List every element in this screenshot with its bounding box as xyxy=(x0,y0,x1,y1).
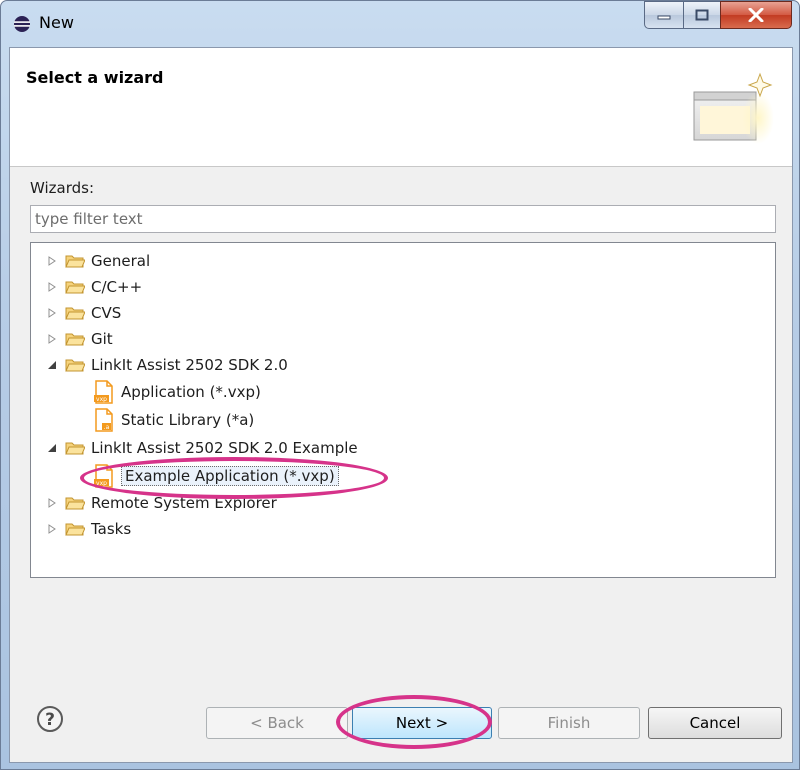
minimize-button[interactable] xyxy=(644,1,684,29)
folder-icon xyxy=(65,497,85,510)
tree-item-general[interactable]: General xyxy=(45,248,150,274)
folder-open-icon xyxy=(65,359,85,372)
back-button[interactable]: < Back xyxy=(206,707,348,739)
expand-arrow-icon[interactable] xyxy=(45,332,59,346)
tree-item-cpp[interactable]: C/C++ xyxy=(45,274,142,300)
tree-item-label: C/C++ xyxy=(91,278,143,296)
static-library-file-icon: .a xyxy=(95,408,113,432)
folder-icon xyxy=(65,307,85,320)
tree-item-linkit-sdk-example[interactable]: LinkIt Assist 2502 SDK 2.0 Example xyxy=(45,435,358,461)
tree-item-label: LinkIt Assist 2502 SDK 2.0 xyxy=(91,356,288,374)
tree-item-tasks[interactable]: Tasks xyxy=(45,516,131,542)
dialog-window: New Select a wizard Wizards: type filter… xyxy=(0,0,800,770)
help-icon[interactable]: ? xyxy=(36,705,64,733)
tree-item-label: Tasks xyxy=(91,520,132,538)
tree-item-label: Application (*.vxp) xyxy=(121,383,261,401)
wizard-body: Wizards: General C/C++ CVS xyxy=(10,167,792,687)
finish-button[interactable]: Finish xyxy=(498,707,640,739)
minimize-icon xyxy=(657,15,671,20)
tree-item-label: General xyxy=(91,252,151,270)
eclipse-icon xyxy=(14,16,30,32)
filter-input[interactable] xyxy=(30,205,776,233)
collapse-arrow-icon[interactable] xyxy=(45,441,59,455)
cancel-button[interactable]: Cancel xyxy=(648,707,782,739)
folder-icon xyxy=(65,523,85,536)
svg-text:?: ? xyxy=(45,710,55,730)
folder-icon xyxy=(65,333,85,346)
next-button[interactable]: Next > xyxy=(352,707,492,739)
svg-text:.a: .a xyxy=(104,424,110,431)
page-title: Select a wizard xyxy=(26,68,164,87)
folder-icon xyxy=(65,281,85,294)
tree-item-git[interactable]: Git xyxy=(45,326,113,352)
tree-item-label: CVS xyxy=(91,304,122,322)
wizard-tree[interactable]: General C/C++ CVS Git LinkIt Assist 2502… xyxy=(30,242,776,578)
folder-open-icon xyxy=(65,442,85,455)
expand-arrow-icon[interactable] xyxy=(45,496,59,510)
tree-item-application[interactable]: vxp Application (*.vxp) xyxy=(93,378,261,406)
tree-item-label: Example Application (*.vxp) xyxy=(121,466,339,486)
tree-item-cvs[interactable]: CVS xyxy=(45,300,121,326)
wizard-header: Select a wizard xyxy=(10,48,792,167)
expand-arrow-icon[interactable] xyxy=(45,254,59,268)
close-icon xyxy=(748,8,764,22)
tree-item-static-library[interactable]: .a Static Library (*a) xyxy=(93,406,254,434)
collapse-arrow-icon[interactable] xyxy=(45,358,59,372)
svg-text:vxp: vxp xyxy=(96,480,107,487)
new-wizard-banner-icon xyxy=(693,72,774,144)
vxp-file-icon: vxp xyxy=(94,464,113,488)
tree-item-label: Git xyxy=(91,330,113,348)
expand-arrow-icon[interactable] xyxy=(45,280,59,294)
tree-item-linkit-sdk[interactable]: LinkIt Assist 2502 SDK 2.0 xyxy=(45,352,288,378)
window-title: New xyxy=(39,13,74,32)
maximize-icon xyxy=(695,9,709,21)
expand-arrow-icon[interactable] xyxy=(45,306,59,320)
title-bar[interactable]: New xyxy=(1,1,800,47)
expand-arrow-icon[interactable] xyxy=(45,522,59,536)
close-button[interactable] xyxy=(720,1,792,29)
svg-text:vxp: vxp xyxy=(96,396,107,403)
vxp-file-icon: vxp xyxy=(94,380,113,404)
folder-icon xyxy=(65,255,85,268)
tree-item-label: Remote System Explorer xyxy=(91,494,277,512)
maximize-button[interactable] xyxy=(683,1,721,29)
tree-item-label: LinkIt Assist 2502 SDK 2.0 Example xyxy=(91,439,358,457)
button-bar: ? < Back Next > Finish Cancel xyxy=(10,687,792,762)
dialog-content: Select a wizard Wizards: type filter tex… xyxy=(9,47,793,763)
wizards-label: Wizards: xyxy=(30,179,95,197)
tree-item-remote-system-explorer[interactable]: Remote System Explorer xyxy=(45,490,277,516)
tree-item-label: Static Library (*a) xyxy=(121,411,255,429)
tree-item-example-application[interactable]: vxp Example Application (*.vxp) xyxy=(93,462,339,490)
